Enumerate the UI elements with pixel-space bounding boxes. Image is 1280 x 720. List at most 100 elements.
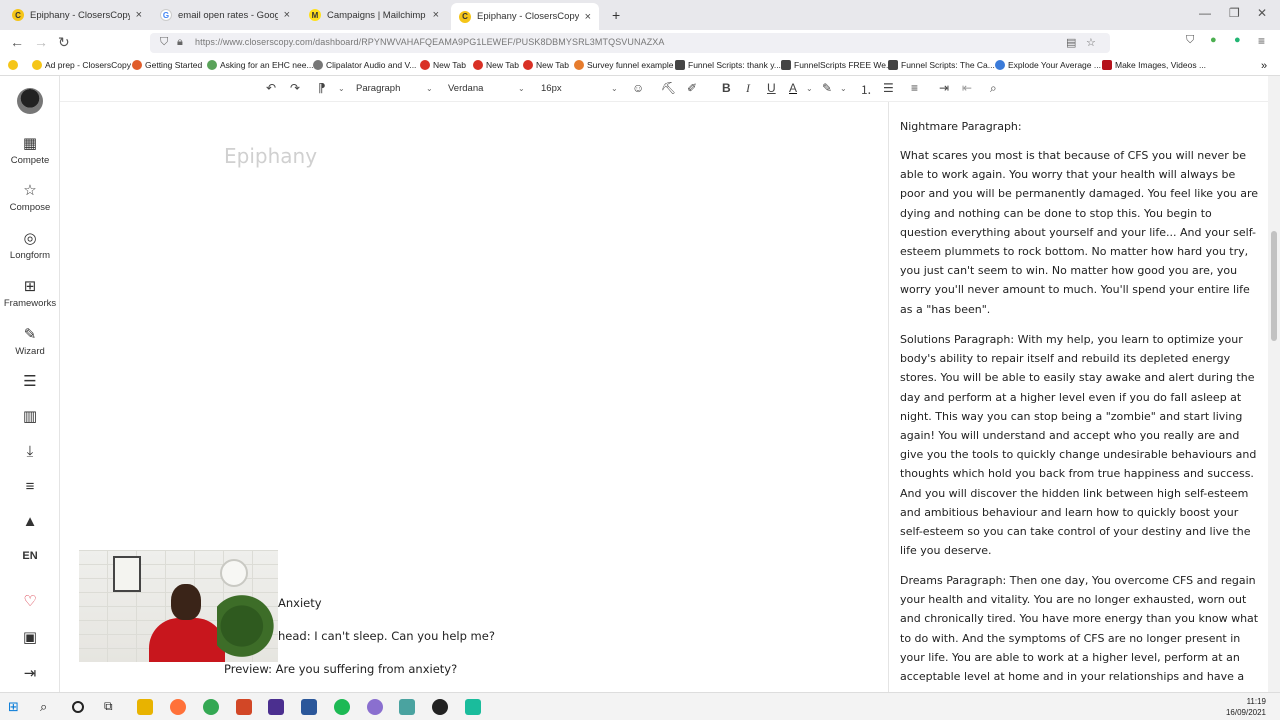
browser-tab[interactable]: M Campaigns | Mailchimp × [301,3,447,27]
block-format-select[interactable]: Paragraph [356,83,400,94]
file-explorer-icon[interactable] [137,699,153,715]
reload-icon[interactable]: ↻ [58,34,70,51]
scrollbar-thumb[interactable] [1271,231,1277,341]
close-window-icon[interactable]: ✕ [1257,6,1267,20]
system-clock[interactable]: 11:19 16/09/2021 [1226,696,1266,718]
bookmark-icon[interactable] [8,60,21,70]
minimize-icon[interactable]: — [1199,6,1211,20]
word-icon[interactable] [301,699,317,715]
clear-format-icon[interactable]: ✐ [687,81,697,95]
more-bookmarks-icon[interactable]: » [1261,60,1267,72]
sidebar-item-save[interactable]: ▣ [0,630,60,646]
grammarly-icon[interactable]: ● [1234,34,1241,46]
bold-icon[interactable]: B [722,81,731,95]
chevron-down-icon[interactable]: ⌄ [518,84,525,93]
bookmark-item[interactable]: Getting Started [132,60,202,70]
bookmark-item[interactable]: Asking for an EHC nee... [207,60,314,70]
close-tab-icon[interactable]: × [433,9,439,21]
format-painter-icon[interactable]: ⛏ [661,81,676,95]
sidebar-item-settings[interactable]: ≡ [0,479,60,495]
bookmark-item[interactable]: New Tab [420,60,466,70]
chevron-down-icon[interactable]: ⌄ [611,84,618,93]
bookmark-item[interactable]: Survey funnel example [574,60,673,70]
document-line[interactable]: Preview: Are you suffering from anxiety? [224,662,457,676]
cortana-icon[interactable] [72,701,84,713]
bookmark-star-icon[interactable]: ☆ [1086,36,1096,49]
close-tab-icon[interactable]: × [585,11,591,23]
reader-view-icon[interactable]: ▤ [1066,36,1076,49]
font-size-select[interactable]: 16px [541,83,562,94]
restore-icon[interactable]: ❐ [1229,6,1240,20]
formatting-icon[interactable]: ⁋ [318,81,326,95]
align-left-icon[interactable]: ≡ [911,81,918,95]
highlight-color-icon[interactable]: ✎ [822,81,832,95]
chevron-down-icon[interactable]: ⌄ [338,84,345,93]
document-title[interactable]: Epiphany [224,144,317,168]
close-tab-icon[interactable]: × [284,9,290,21]
sidebar-item-compose[interactable]: ☆ Compose [0,183,60,214]
chevron-down-icon[interactable]: ⌄ [840,84,847,93]
bookmark-item[interactable]: New Tab [473,60,519,70]
document-line[interactable]: head: I can't sleep. Can you help me? [278,629,495,643]
sidebar-item-frameworks[interactable]: ⊞ Frameworks [0,279,60,310]
spotify-icon[interactable] [334,699,350,715]
bookmark-item[interactable]: New Tab [523,60,569,70]
office-icon[interactable] [236,699,252,715]
windows-start-icon[interactable]: ⊞ [8,699,24,715]
bookmark-item[interactable]: Funnel Scripts: The Ca... [888,60,995,70]
sidebar-item-longform[interactable]: ◎ Longform [0,231,60,262]
sidebar-item-favorites[interactable]: ♡ [0,594,60,610]
sidebar-item-logout[interactable]: ⇥ [0,666,60,682]
chevron-down-icon[interactable]: ⌄ [806,84,813,93]
search-icon[interactable]: ⌕ [40,699,56,715]
sidebar-item-download[interactable]: ⤓ [0,444,60,460]
forward-icon[interactable]: → [34,34,48,50]
bookmark-item[interactable]: Funnel Scripts: thank y... [675,60,781,70]
obs-icon[interactable] [432,699,448,715]
back-icon[interactable]: ← [10,34,24,50]
chrome-icon[interactable] [203,699,219,715]
bookmark-item[interactable]: Make Images, Videos ... [1102,60,1206,70]
sidebar-item-compete[interactable]: ▦ Compete [0,136,60,167]
sidebar-item-wizard[interactable]: ✎ Wizard [0,327,60,358]
emoji-icon[interactable]: ☺ [632,81,644,95]
document-line[interactable]: Anxiety [278,596,322,610]
sidebar-item-database[interactable]: ☰ [0,374,60,390]
app-icon[interactable] [465,699,481,715]
redo-icon[interactable]: ↷ [290,81,300,95]
undo-icon[interactable]: ↶ [266,81,276,95]
chevron-down-icon[interactable]: ⌄ [426,84,433,93]
outdent-icon[interactable]: ⇤ [962,81,972,95]
panel-scrollbar[interactable] [1268,76,1280,692]
bookmark-item[interactable]: Clipalator Audio and V... [313,60,416,70]
avatar[interactable] [17,88,43,114]
underline-icon[interactable]: U [767,81,776,95]
sidebar-item-stats[interactable]: ▥ [0,409,60,425]
browser-tab[interactable]: G email open rates - Google Search × [152,3,298,27]
browser-tab[interactable]: C Epiphany - ClosersCopy × [4,3,150,27]
menu-icon[interactable]: ≡ [1258,34,1265,48]
font-family-select[interactable]: Verdana [448,83,483,94]
sidebar-item-language[interactable]: EN [0,550,60,562]
firefox-icon[interactable] [170,699,186,715]
app-icon[interactable] [367,699,383,715]
bookmark-item[interactable]: Explode Your Average ... [995,60,1101,70]
task-view-icon[interactable]: ⧉ [104,699,120,715]
bullet-list-icon[interactable]: ☰ [883,81,894,95]
app-icon[interactable] [399,699,415,715]
italic-icon[interactable]: I [746,81,750,96]
new-tab-button[interactable]: + [604,3,624,27]
address-bar[interactable]: ⛉ 🔒︎ https://www.closerscopy.com/dashboa… [150,33,1110,53]
numbered-list-icon[interactable]: ⒈ [860,81,872,98]
bookmark-item[interactable]: FunnelScripts FREE We... [781,60,893,70]
bookmark-item[interactable]: Ad prep - ClosersCopy [32,60,131,70]
close-tab-icon[interactable]: × [136,9,142,21]
sidebar-item-training[interactable]: ▲ [0,514,60,530]
search-icon[interactable]: ⌕ [990,81,997,96]
indent-icon[interactable]: ⇥ [939,81,949,95]
text-color-icon[interactable]: A [789,81,797,95]
extension-icon[interactable]: ● [1210,34,1217,46]
app-icon[interactable] [268,699,284,715]
pocket-icon[interactable]: ⛉ [1186,34,1194,47]
browser-tab-active[interactable]: C Epiphany - ClosersCopy × [451,3,599,30]
